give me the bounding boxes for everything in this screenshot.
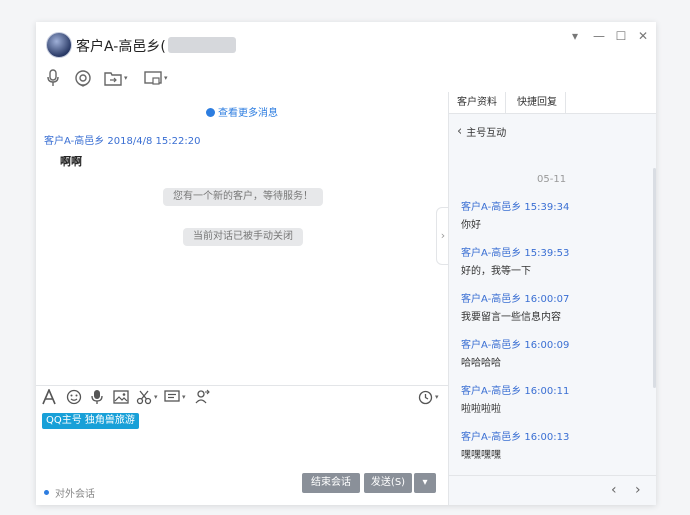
side-message-meta: 客户A-高邑乡 16:00:09 (461, 340, 570, 351)
side-message-text: 哈哈哈哈 (461, 358, 501, 369)
screenshot-icon[interactable]: ▾ (144, 68, 168, 88)
headset-icon[interactable] (74, 68, 92, 88)
redacted-name (168, 37, 236, 53)
history-clock-icon[interactable]: ▾ (418, 387, 439, 407)
side-message-text: 我要留言一些信息内容 (461, 312, 561, 323)
microphone-icon[interactable] (46, 68, 60, 88)
side-message-text: 好的，我等一下 (461, 266, 531, 277)
minimize-button[interactable]: — (590, 28, 608, 44)
account-tag: QQ主号 独角兽旅游 (42, 413, 139, 429)
send-button[interactable]: 发送(S) (364, 473, 412, 493)
system-notice-new-customer: 您有一个新的客户，等待服务！ (163, 188, 323, 206)
close-button[interactable]: ✕ (634, 28, 652, 44)
side-tabs: 客户资料 快捷回复 (449, 92, 656, 114)
more-history-link[interactable]: 查看更多消息 (36, 104, 448, 119)
send-options-dropdown[interactable]: ▾ (414, 473, 436, 493)
folder-transfer-icon[interactable]: ▾ (104, 68, 128, 88)
message-input-area[interactable]: QQ主号 独角兽旅游 对外会话 结束会话 发送(S) ▾ (36, 409, 448, 505)
call-toolbar: ▾ ▾ (36, 66, 656, 92)
side-message-meta: 客户A-高邑乡 16:00:11 (461, 386, 570, 397)
chat-title: 客户A-高邑乡( (76, 39, 166, 55)
more-history-label: 查看更多消息 (218, 108, 278, 119)
tab-quick-reply[interactable]: 快捷回复 (509, 92, 566, 114)
side-message-meta: 客户A-高邑乡 16:00:07 (461, 294, 570, 305)
status-dot-icon (44, 490, 49, 495)
message-text: 啊啊 (60, 155, 82, 168)
session-status-label: 对外会话 (55, 489, 95, 500)
message-header: 客户A-高邑乡 2018/4/8 15:22:20 (44, 132, 200, 147)
emoji-icon[interactable] (66, 387, 82, 407)
side-message-meta: 客户A-高邑乡 15:39:34 (461, 202, 570, 213)
side-message-meta: 客户A-高邑乡 16:00:13 (461, 432, 570, 443)
prev-page-button[interactable]: ‹ (611, 482, 617, 498)
message-timestamp: 2018/4/8 15:22:20 (107, 136, 201, 147)
title-bar: 客户A-高邑乡( ▾ — ☐ ✕ (36, 22, 656, 66)
side-message-text: 嘿嘿嘿嘿 (461, 450, 501, 461)
voice-message-icon[interactable] (91, 387, 103, 407)
session-status: 对外会话 (44, 485, 95, 500)
clock-icon (206, 108, 215, 117)
back-label: 主号互动 (466, 128, 507, 139)
end-session-button[interactable]: 结束会话 (302, 473, 360, 493)
side-scrollbar[interactable] (653, 168, 656, 388)
side-footer: ‹ › (449, 475, 656, 505)
next-page-button[interactable]: › (635, 482, 641, 498)
font-icon[interactable] (42, 387, 56, 407)
chevron-left-icon: ‹ (457, 124, 463, 139)
chat-window: 客户A-高邑乡( ▾ — ☐ ✕ ▾ ▾ 查看更多消息 客户A-高邑乡 2018… (36, 22, 656, 505)
message-area: 查看更多消息 客户A-高邑乡 2018/4/8 15:22:20 啊啊 您有一个… (36, 92, 448, 385)
image-icon[interactable] (113, 387, 129, 407)
side-message-text: 啦啦啦啦 (461, 404, 501, 415)
transfer-agent-icon[interactable] (194, 387, 210, 407)
system-notice-closed: 当前对话已被手动关闭 (183, 228, 303, 246)
dropdown-icon[interactable]: ▾ (566, 28, 584, 44)
message-sender[interactable]: 客户A-高邑乡 (44, 136, 104, 147)
quick-phrase-icon[interactable]: ▾ (164, 387, 186, 407)
side-panel: 客户资料 快捷回复 ‹ 主号互动 05-11 客户A-高邑乡 15:39:34 … (449, 92, 656, 505)
maximize-button[interactable]: ☐ (612, 28, 630, 44)
tab-customer-info[interactable]: 客户资料 (449, 92, 506, 114)
scissors-icon[interactable]: ▾ (136, 387, 158, 407)
avatar[interactable] (46, 32, 72, 58)
input-toolbar: ▾ ▾ ▾ (36, 385, 448, 409)
side-message-meta: 客户A-高邑乡 15:39:53 (461, 248, 570, 259)
date-separator: 05-11 (537, 174, 567, 185)
side-message-text: 你好 (461, 220, 481, 231)
back-button[interactable]: ‹ 主号互动 (457, 124, 506, 139)
